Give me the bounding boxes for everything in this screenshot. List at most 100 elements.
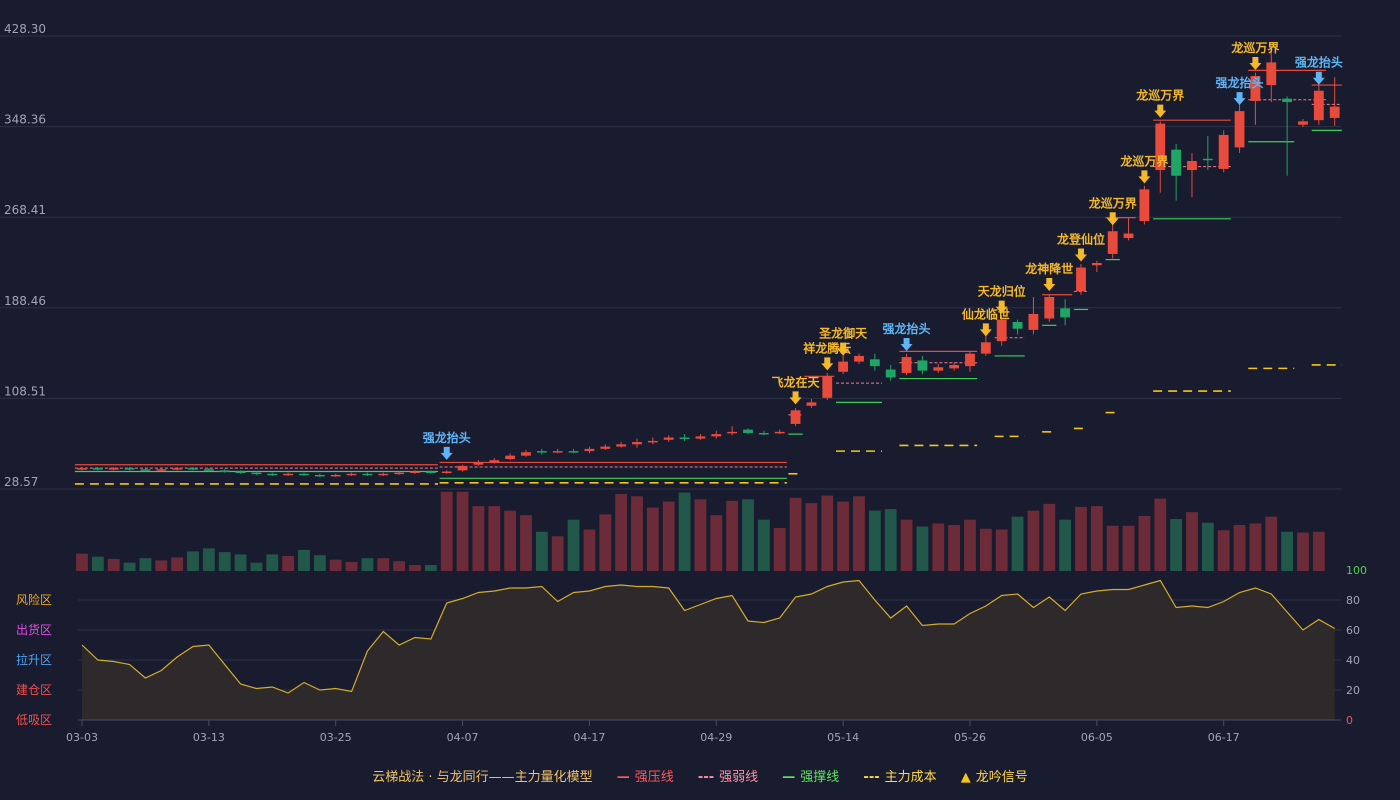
candle-body [1107,231,1118,254]
volume-bar [187,551,199,571]
date-tick-label: 03-13 [193,731,225,744]
price-grid [0,35,1341,490]
date-tick-label: 03-03 [66,731,98,744]
candle [1044,294,1055,322]
candle-body [203,469,214,471]
volume-bar [1265,516,1278,571]
volume-bar [1312,531,1325,571]
candle-body [1028,313,1039,330]
legend-marker-support: — [782,770,796,785]
candle-body [632,442,642,445]
signal: 强龙抬头 [423,430,471,460]
candle-body [140,469,151,471]
date-tick-label: 06-05 [1081,731,1113,744]
candle-body [92,468,103,470]
candle-body [441,471,452,474]
signal-label: 龙巡万界 [1089,195,1137,210]
volume-bar [282,555,295,571]
price-tick-label: 268.41 [4,203,46,217]
date-tick-label: 06-17 [1208,731,1240,744]
volume-bar [155,560,168,571]
legend-label-weak: 强弱线 [719,770,759,785]
price-axis: 428.30 348.36 268.41 188.46 108.51 28.57 [4,22,46,489]
candle-body [1012,321,1023,329]
candle-body [1171,149,1182,176]
legend-marker-signal: ▲ [960,770,971,785]
volume-bar [837,501,850,571]
candle [299,472,309,477]
candle-body [330,474,341,477]
candle [647,437,658,445]
candle [616,442,627,448]
candle [1076,264,1086,295]
candle-body [663,437,674,440]
signal-arrow-icon [900,338,913,352]
volume-bar [710,515,723,571]
candle-body [521,452,531,456]
candle [1171,144,1182,201]
candle [965,351,975,372]
candle-body [1329,106,1340,118]
candle [1139,185,1150,225]
candle-body [806,402,817,406]
volume-bar [615,494,628,571]
candle-body [473,462,484,465]
signal: 飞龙在天 [772,374,821,405]
candle-body [600,446,611,449]
volume-bar [1122,525,1135,571]
candle [362,472,373,477]
candle-body [489,460,500,463]
candle-body [536,451,547,453]
candle-body [314,474,325,477]
candle [584,446,595,454]
zone-label: 建仓区 [16,683,52,697]
candle [663,435,674,443]
candle-body [584,448,595,452]
legend-label-signal: 龙吟信号 [975,770,1028,785]
volume-bars [76,491,1325,571]
candle-body [949,364,960,369]
candle-body [885,369,896,378]
candle-body [917,360,928,371]
volume-bar [646,507,659,571]
candle [1060,299,1071,326]
volume-bar [742,499,754,571]
signal-arrow-icon [789,391,802,405]
candle [869,353,880,371]
volume-bar [789,497,802,571]
volume-bar [440,491,453,571]
signal-arrow-icon [1154,104,1167,118]
candle [410,470,420,474]
candle-body [1202,158,1213,161]
signal-label: 飞龙在天 [772,374,821,389]
candle [188,466,198,471]
candle [774,429,785,435]
volume-bar [409,564,421,571]
volume-bar [76,553,88,571]
signal-arrow-icon [1312,71,1325,85]
candle-body [394,472,405,475]
candle [822,372,833,401]
candle-body [774,431,785,434]
candle [600,444,611,450]
volume-bar [298,549,310,571]
volume-bar [868,510,881,571]
signal-arrow-icon [1138,170,1151,184]
date-tick-label: 05-26 [954,731,986,744]
volume-bar [218,552,231,571]
volume-bar [1106,525,1119,571]
volume-bar [551,536,564,571]
candle [330,473,341,478]
candle [679,434,690,441]
price-tick-label: 188.46 [4,294,46,308]
volume-bar [821,495,834,571]
volume-bar [361,558,374,571]
date-tick-label: 04-07 [447,731,479,744]
date-tick-label: 04-29 [700,731,732,744]
volume-bar [805,503,818,571]
volume-bar [995,529,1008,571]
candle [1202,136,1213,171]
volume-bar [1138,515,1151,571]
candle-body [283,473,294,476]
candles [77,47,1340,478]
